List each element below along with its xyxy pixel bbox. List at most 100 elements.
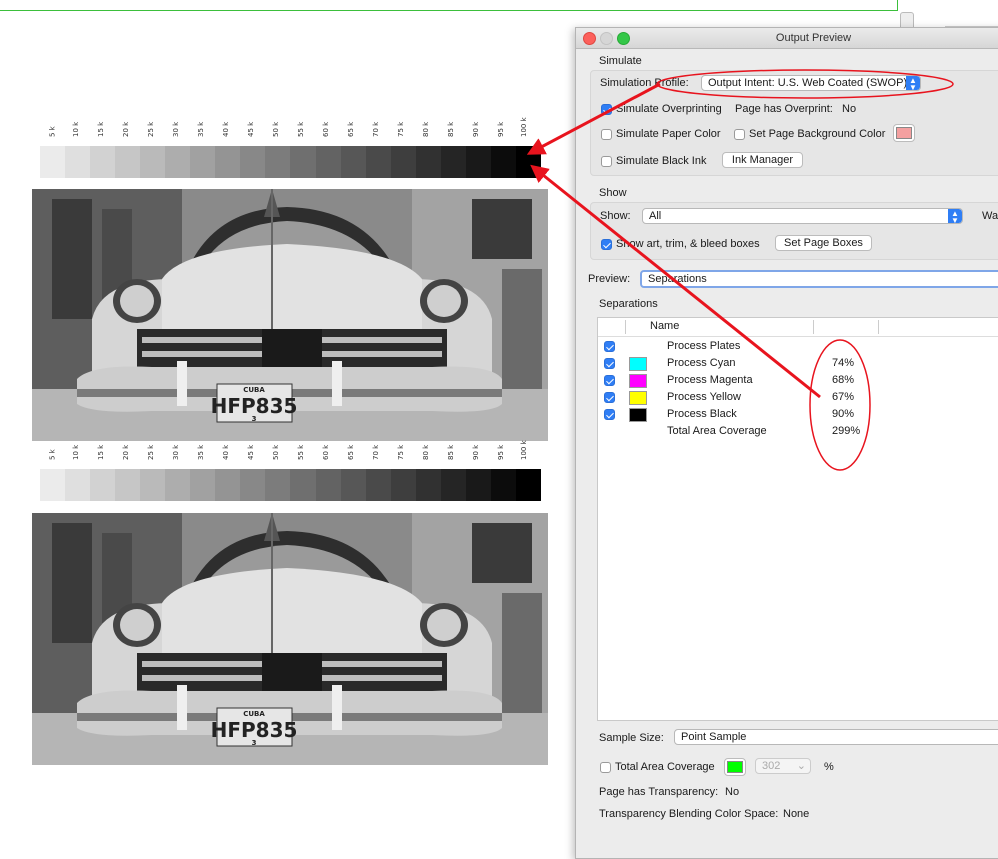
separation-checkbox[interactable] xyxy=(604,358,615,369)
sample-size-select[interactable]: Point Sample xyxy=(674,729,998,745)
simulate-paper-color-checkbox[interactable] xyxy=(601,129,612,140)
gray-ramp-swatch xyxy=(365,146,391,178)
gray-ramp-tick-label: 60 k xyxy=(321,444,330,460)
separation-row[interactable]: Process Plates xyxy=(598,338,998,355)
separation-name: Total Area Coverage xyxy=(667,425,767,437)
preview-select[interactable]: Separations xyxy=(640,270,998,288)
gray-ramp-swatch xyxy=(390,469,416,501)
chevron-down-icon: ⌄ xyxy=(796,760,806,772)
separation-checkbox[interactable] xyxy=(604,409,615,420)
gray-ramp-tick-label: 70 k xyxy=(372,444,381,460)
ink-manager-button[interactable]: Ink Manager xyxy=(722,152,803,168)
gray-ramp-tick: 25 k xyxy=(140,107,165,147)
page-has-transparency-value: No xyxy=(725,786,740,798)
document-top-border-corner xyxy=(897,0,898,11)
gray-ramp-tick: 55 k xyxy=(290,107,315,147)
gray-ramp-tick-label: 90 k xyxy=(472,444,481,460)
separation-percentage: 74% xyxy=(832,357,855,369)
separation-color-swatch xyxy=(629,408,647,422)
gray-ramp-tick: 40 k xyxy=(215,107,240,147)
gray-ramp-tick-label: 5 k xyxy=(48,449,57,460)
separation-percentage: 299% xyxy=(832,425,861,437)
column-name-header[interactable]: Name xyxy=(650,320,679,332)
license-plate-text: CUBA xyxy=(243,710,265,718)
gray-ramp-tick-label: 95 k xyxy=(497,444,506,460)
simulate-section-title: Simulate xyxy=(599,55,642,67)
gray-ramp-tick-label: 45 k xyxy=(246,444,255,460)
gray-ramp-tick: 35 k xyxy=(190,430,215,470)
gray-ramp-swatch xyxy=(440,469,466,501)
show-boxes-checkbox[interactable] xyxy=(601,239,612,250)
preview-label: Preview: xyxy=(588,273,631,285)
separation-percentage: 68% xyxy=(832,374,855,386)
separation-percentage: 67% xyxy=(832,391,855,403)
simulate-overprinting-checkbox[interactable] xyxy=(601,104,612,115)
gray-ramp-tick-label: 30 k xyxy=(171,121,180,137)
show-select[interactable]: All ▲ ▼ xyxy=(642,208,963,224)
show-group: Show: All ▲▼ War Show art, trim, & bleed… xyxy=(590,202,998,260)
separation-checkbox[interactable] xyxy=(604,375,615,386)
gray-ramp-swatch xyxy=(515,146,541,178)
separation-color-swatch xyxy=(629,374,647,388)
gray-ramp-swatch xyxy=(115,146,141,178)
tac-color-picker[interactable] xyxy=(724,758,746,776)
total-area-coverage-checkbox[interactable] xyxy=(600,762,611,773)
gray-ramp-swatch xyxy=(240,469,266,501)
total-area-coverage-label: Total Area Coverage xyxy=(615,761,715,773)
gray-ramp-tick: 35 k xyxy=(190,107,215,147)
separation-row[interactable]: Process Magenta 68% xyxy=(598,372,998,389)
gray-ramp-tick-label: 25 k xyxy=(146,444,155,460)
gray-ramp-tick-label: 45 k xyxy=(246,121,255,137)
gray-ramp-tick-labels-top: 5 k 10 k 15 k 20 k 25 k 30 k 35 k 40 k 45 k 50 k 5… xyxy=(40,107,541,147)
gray-ramp-swatch xyxy=(165,146,191,178)
tac-value-select[interactable]: 302 ⌄ xyxy=(755,758,811,774)
gray-ramp-swatch xyxy=(415,146,441,178)
gray-ramp-swatch xyxy=(465,469,491,501)
gray-ramp-bottom xyxy=(40,469,541,501)
gray-ramp-swatch xyxy=(240,146,266,178)
gray-ramp-tick: 60 k xyxy=(316,107,341,147)
gray-ramp-tick-label: 10 k xyxy=(71,444,80,460)
gray-ramp-tick: 30 k xyxy=(165,430,190,470)
show-label: Show: xyxy=(600,210,631,222)
page-bg-color-swatch xyxy=(896,127,912,139)
gray-ramp-tick: 100 k xyxy=(516,107,541,147)
gray-ramp-swatch xyxy=(465,146,491,178)
simulation-profile-label: Simulation Profile: xyxy=(600,77,689,89)
set-page-boxes-button[interactable]: Set Page Boxes xyxy=(775,235,872,251)
page-bg-color-picker[interactable] xyxy=(893,124,915,142)
separation-row[interactable]: Process Cyan 74% xyxy=(598,355,998,372)
show-value: All xyxy=(649,210,662,222)
warnings-label: War xyxy=(982,210,998,222)
column-separator xyxy=(878,320,879,334)
gray-ramp-tick: 75 k xyxy=(391,107,416,147)
simulation-profile-select[interactable]: Output Intent: U.S. Web Coated (SWOP)...… xyxy=(701,75,921,91)
separation-row[interactable]: Process Black 90% xyxy=(598,406,998,423)
separation-checkbox[interactable] xyxy=(604,392,615,403)
simulate-black-ink-checkbox[interactable] xyxy=(601,156,612,167)
gray-ramp-tick: 50 k xyxy=(265,430,290,470)
separation-name: Process Black xyxy=(667,408,737,420)
gray-ramp-tick: 20 k xyxy=(115,430,140,470)
gray-ramp-tick-label: 85 k xyxy=(447,121,456,137)
gray-ramp-tick-label: 70 k xyxy=(372,121,381,137)
blending-color-space-value: None xyxy=(783,808,810,820)
set-page-bg-color-checkbox[interactable] xyxy=(734,129,745,140)
separation-row[interactable]: Process Yellow 67% xyxy=(598,389,998,406)
license-plate-text: CUBA xyxy=(243,386,265,394)
gray-ramp-tick-label: 80 k xyxy=(422,121,431,137)
window-titlebar[interactable]: Output Preview xyxy=(576,28,998,49)
gray-ramp-tick-label: 100 k xyxy=(520,117,529,137)
gray-ramp-tick: 70 k xyxy=(366,107,391,147)
car-photo-top: CUBA HFP835 3 xyxy=(32,189,548,441)
gray-ramp-tick-label: 90 k xyxy=(472,121,481,137)
gray-ramp-tick-label: 65 k xyxy=(347,121,356,137)
separation-checkbox[interactable] xyxy=(604,341,615,352)
separation-row[interactable]: Total Area Coverage 299% xyxy=(598,423,998,440)
gray-ramp-tick-label: 95 k xyxy=(497,121,506,137)
gray-ramp-tick: 100 k xyxy=(516,430,541,470)
window-title: Output Preview xyxy=(775,32,852,44)
gray-ramp-tick-label: 20 k xyxy=(121,444,130,460)
gray-ramp-swatch xyxy=(215,146,241,178)
gray-ramp-swatch xyxy=(515,469,541,501)
